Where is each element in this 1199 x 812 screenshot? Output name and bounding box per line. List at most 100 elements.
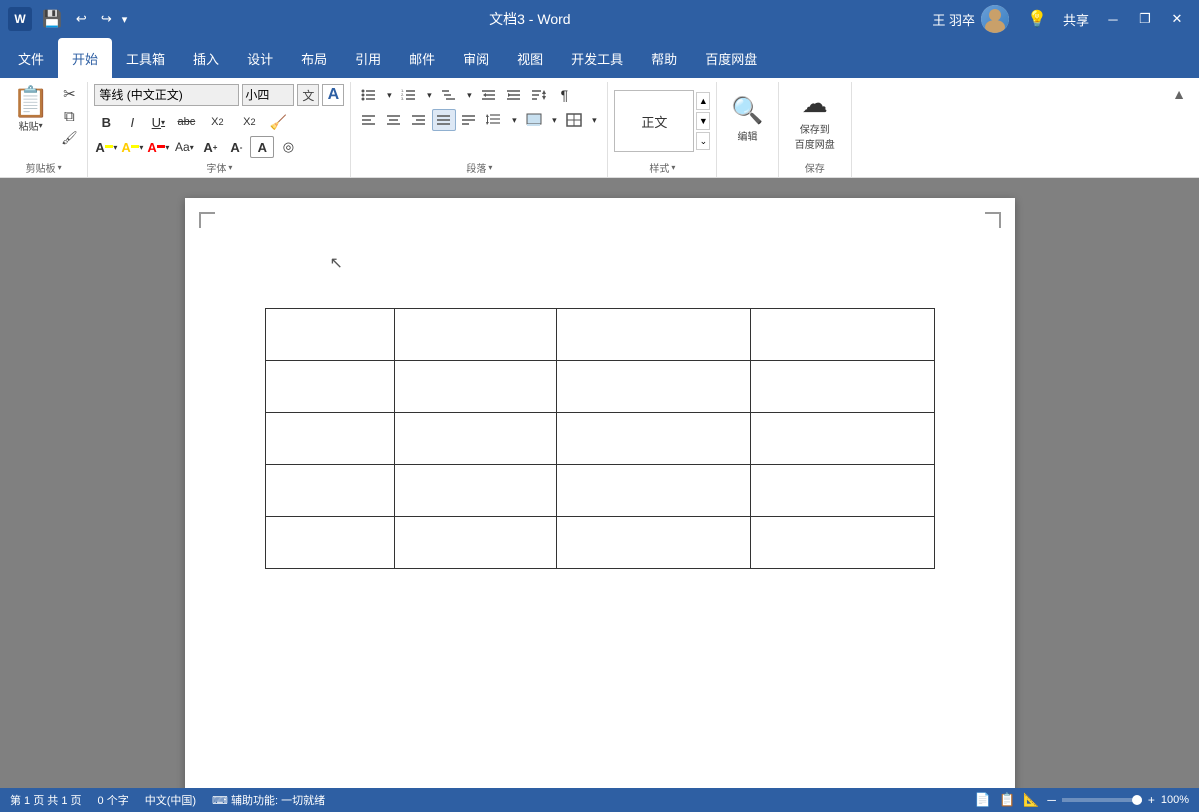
italic-button[interactable]: I xyxy=(120,111,144,133)
align-right-button[interactable] xyxy=(407,109,431,131)
table-cell[interactable] xyxy=(556,309,750,361)
bullets-dropdown[interactable]: ▾ xyxy=(382,84,396,106)
view-web-btn[interactable]: 📋 xyxy=(999,792,1015,808)
table-cell[interactable] xyxy=(556,361,750,413)
close-button[interactable]: ✕ xyxy=(1163,5,1191,33)
underline-button[interactable]: U ▾ xyxy=(146,111,170,133)
sort-button[interactable] xyxy=(527,84,551,106)
table-cell[interactable] xyxy=(394,361,556,413)
font-expand-icon[interactable]: ▾ xyxy=(228,163,232,172)
menu-home[interactable]: 开始 xyxy=(58,38,112,78)
cursor-area[interactable]: ↖ xyxy=(330,253,343,273)
font-color-button[interactable]: A ▾ xyxy=(94,136,118,158)
font-size-select[interactable]: 小四 xyxy=(242,84,294,106)
bold-button[interactable]: B xyxy=(94,111,118,133)
undo-button[interactable]: ↩ xyxy=(72,9,91,29)
table-cell[interactable] xyxy=(751,361,934,413)
strikethrough-button[interactable]: abc xyxy=(172,111,200,133)
menu-file[interactable]: 文件 xyxy=(4,38,58,78)
document-table[interactable] xyxy=(265,308,935,569)
numbered-button[interactable]: 1.2.3. xyxy=(397,84,421,106)
ribbon-collapse-button[interactable]: ▲ xyxy=(1167,82,1191,106)
view-read-btn[interactable]: 📐 xyxy=(1023,792,1039,808)
borders-button[interactable] xyxy=(562,109,586,131)
grow-font-button[interactable]: A+ xyxy=(198,136,222,158)
table-cell[interactable] xyxy=(265,465,394,517)
table-cell[interactable] xyxy=(751,465,934,517)
bullets-button[interactable] xyxy=(357,84,381,106)
view-print-btn[interactable]: 📄 xyxy=(975,792,991,808)
superscript-button[interactable]: X2 xyxy=(234,111,264,133)
table-cell[interactable] xyxy=(394,309,556,361)
table-cell[interactable] xyxy=(556,413,750,465)
shrink-font-button[interactable]: A- xyxy=(224,136,248,158)
save-baidu-button[interactable]: ☁ 保存到百度网盘 xyxy=(785,84,845,154)
zoom-out-button[interactable]: ─ xyxy=(1047,793,1056,807)
multilevel-button[interactable] xyxy=(437,84,461,106)
table-cell[interactable] xyxy=(265,361,394,413)
show-marks-button[interactable]: ¶ xyxy=(552,84,576,106)
menu-references[interactable]: 引用 xyxy=(341,38,395,78)
font-A-button[interactable]: A xyxy=(322,84,344,106)
styles-expand[interactable]: ⌄ xyxy=(696,132,710,150)
editing-button[interactable]: 🔍 编辑 xyxy=(723,84,771,154)
zoom-in-button[interactable]: + xyxy=(1148,793,1155,807)
text-color-button[interactable]: A ▾ xyxy=(146,136,170,158)
justify-button[interactable] xyxy=(432,109,456,131)
paste-button[interactable]: 📋 粘贴 ▾ xyxy=(6,84,55,137)
numbered-dropdown[interactable]: ▾ xyxy=(422,84,436,106)
line-spacing-dropdown[interactable]: ▾ xyxy=(507,109,521,131)
clipboard-expand-icon[interactable]: ▾ xyxy=(58,163,62,172)
paragraph-expand-icon[interactable]: ▾ xyxy=(488,163,492,172)
menu-dev[interactable]: 开发工具 xyxy=(557,38,637,78)
minimize-button[interactable]: ─ xyxy=(1099,5,1127,33)
menu-layout[interactable]: 布局 xyxy=(287,38,341,78)
table-cell[interactable] xyxy=(751,413,934,465)
line-spacing-button[interactable] xyxy=(482,109,506,131)
zoom-slider[interactable] xyxy=(1062,798,1142,802)
font-family-select[interactable]: 等线 (中文正文) xyxy=(94,84,239,106)
copy-button[interactable]: ⧉ xyxy=(57,106,81,126)
customize-qat-icon[interactable]: ▾ xyxy=(122,13,128,26)
table-cell[interactable] xyxy=(265,309,394,361)
menu-insert[interactable]: 插入 xyxy=(179,38,233,78)
document-area[interactable]: ↖ xyxy=(0,178,1199,792)
menu-mailing[interactable]: 邮件 xyxy=(395,38,449,78)
redo-button[interactable]: ↪ xyxy=(97,9,116,29)
multilevel-dropdown[interactable]: ▾ xyxy=(462,84,476,106)
table-cell[interactable] xyxy=(394,517,556,569)
subscript-button[interactable]: X2 xyxy=(202,111,232,133)
menu-design[interactable]: 设计 xyxy=(233,38,287,78)
wen-button[interactable]: 文 xyxy=(297,84,319,106)
align-center-button[interactable] xyxy=(382,109,406,131)
restore-button[interactable]: ❐ xyxy=(1131,5,1159,33)
cut-button[interactable]: ✂ xyxy=(57,84,81,104)
align-dist-button[interactable] xyxy=(457,109,481,131)
char-shade-button[interactable]: ◎ xyxy=(276,136,300,158)
menu-review[interactable]: 审阅 xyxy=(449,38,503,78)
menu-view[interactable]: 视图 xyxy=(503,38,557,78)
menu-toolbox[interactable]: 工具箱 xyxy=(112,38,179,78)
increase-indent-button[interactable] xyxy=(502,84,526,106)
align-left-button[interactable] xyxy=(357,109,381,131)
share-button[interactable]: 共享 xyxy=(1057,10,1095,29)
clear-format-button[interactable]: 🧹 xyxy=(266,111,290,133)
menu-help[interactable]: 帮助 xyxy=(637,38,691,78)
table-cell[interactable] xyxy=(394,465,556,517)
decrease-indent-button[interactable] xyxy=(477,84,501,106)
styles-scroll-up[interactable]: ▲ xyxy=(696,92,710,110)
zoom-slider-container[interactable]: ─ + 100% xyxy=(1047,793,1189,807)
tell-me-icon[interactable]: 💡 xyxy=(1021,9,1053,29)
shading-dropdown[interactable]: ▾ xyxy=(547,109,561,131)
char-border-button[interactable]: A xyxy=(250,136,274,158)
borders-dropdown[interactable]: ▾ xyxy=(587,109,601,131)
styles-scroll-down[interactable]: ▼ xyxy=(696,112,710,130)
format-painter-button[interactable]: 🖌 xyxy=(57,128,81,148)
styles-box[interactable]: 正文 xyxy=(614,90,694,152)
menu-baidu[interactable]: 百度网盘 xyxy=(691,38,771,78)
table-cell[interactable] xyxy=(265,517,394,569)
shading-button[interactable] xyxy=(522,109,546,131)
quick-save-button[interactable]: 💾 xyxy=(38,7,66,31)
highlight-button[interactable]: A ▾ xyxy=(120,136,144,158)
table-cell[interactable] xyxy=(265,413,394,465)
